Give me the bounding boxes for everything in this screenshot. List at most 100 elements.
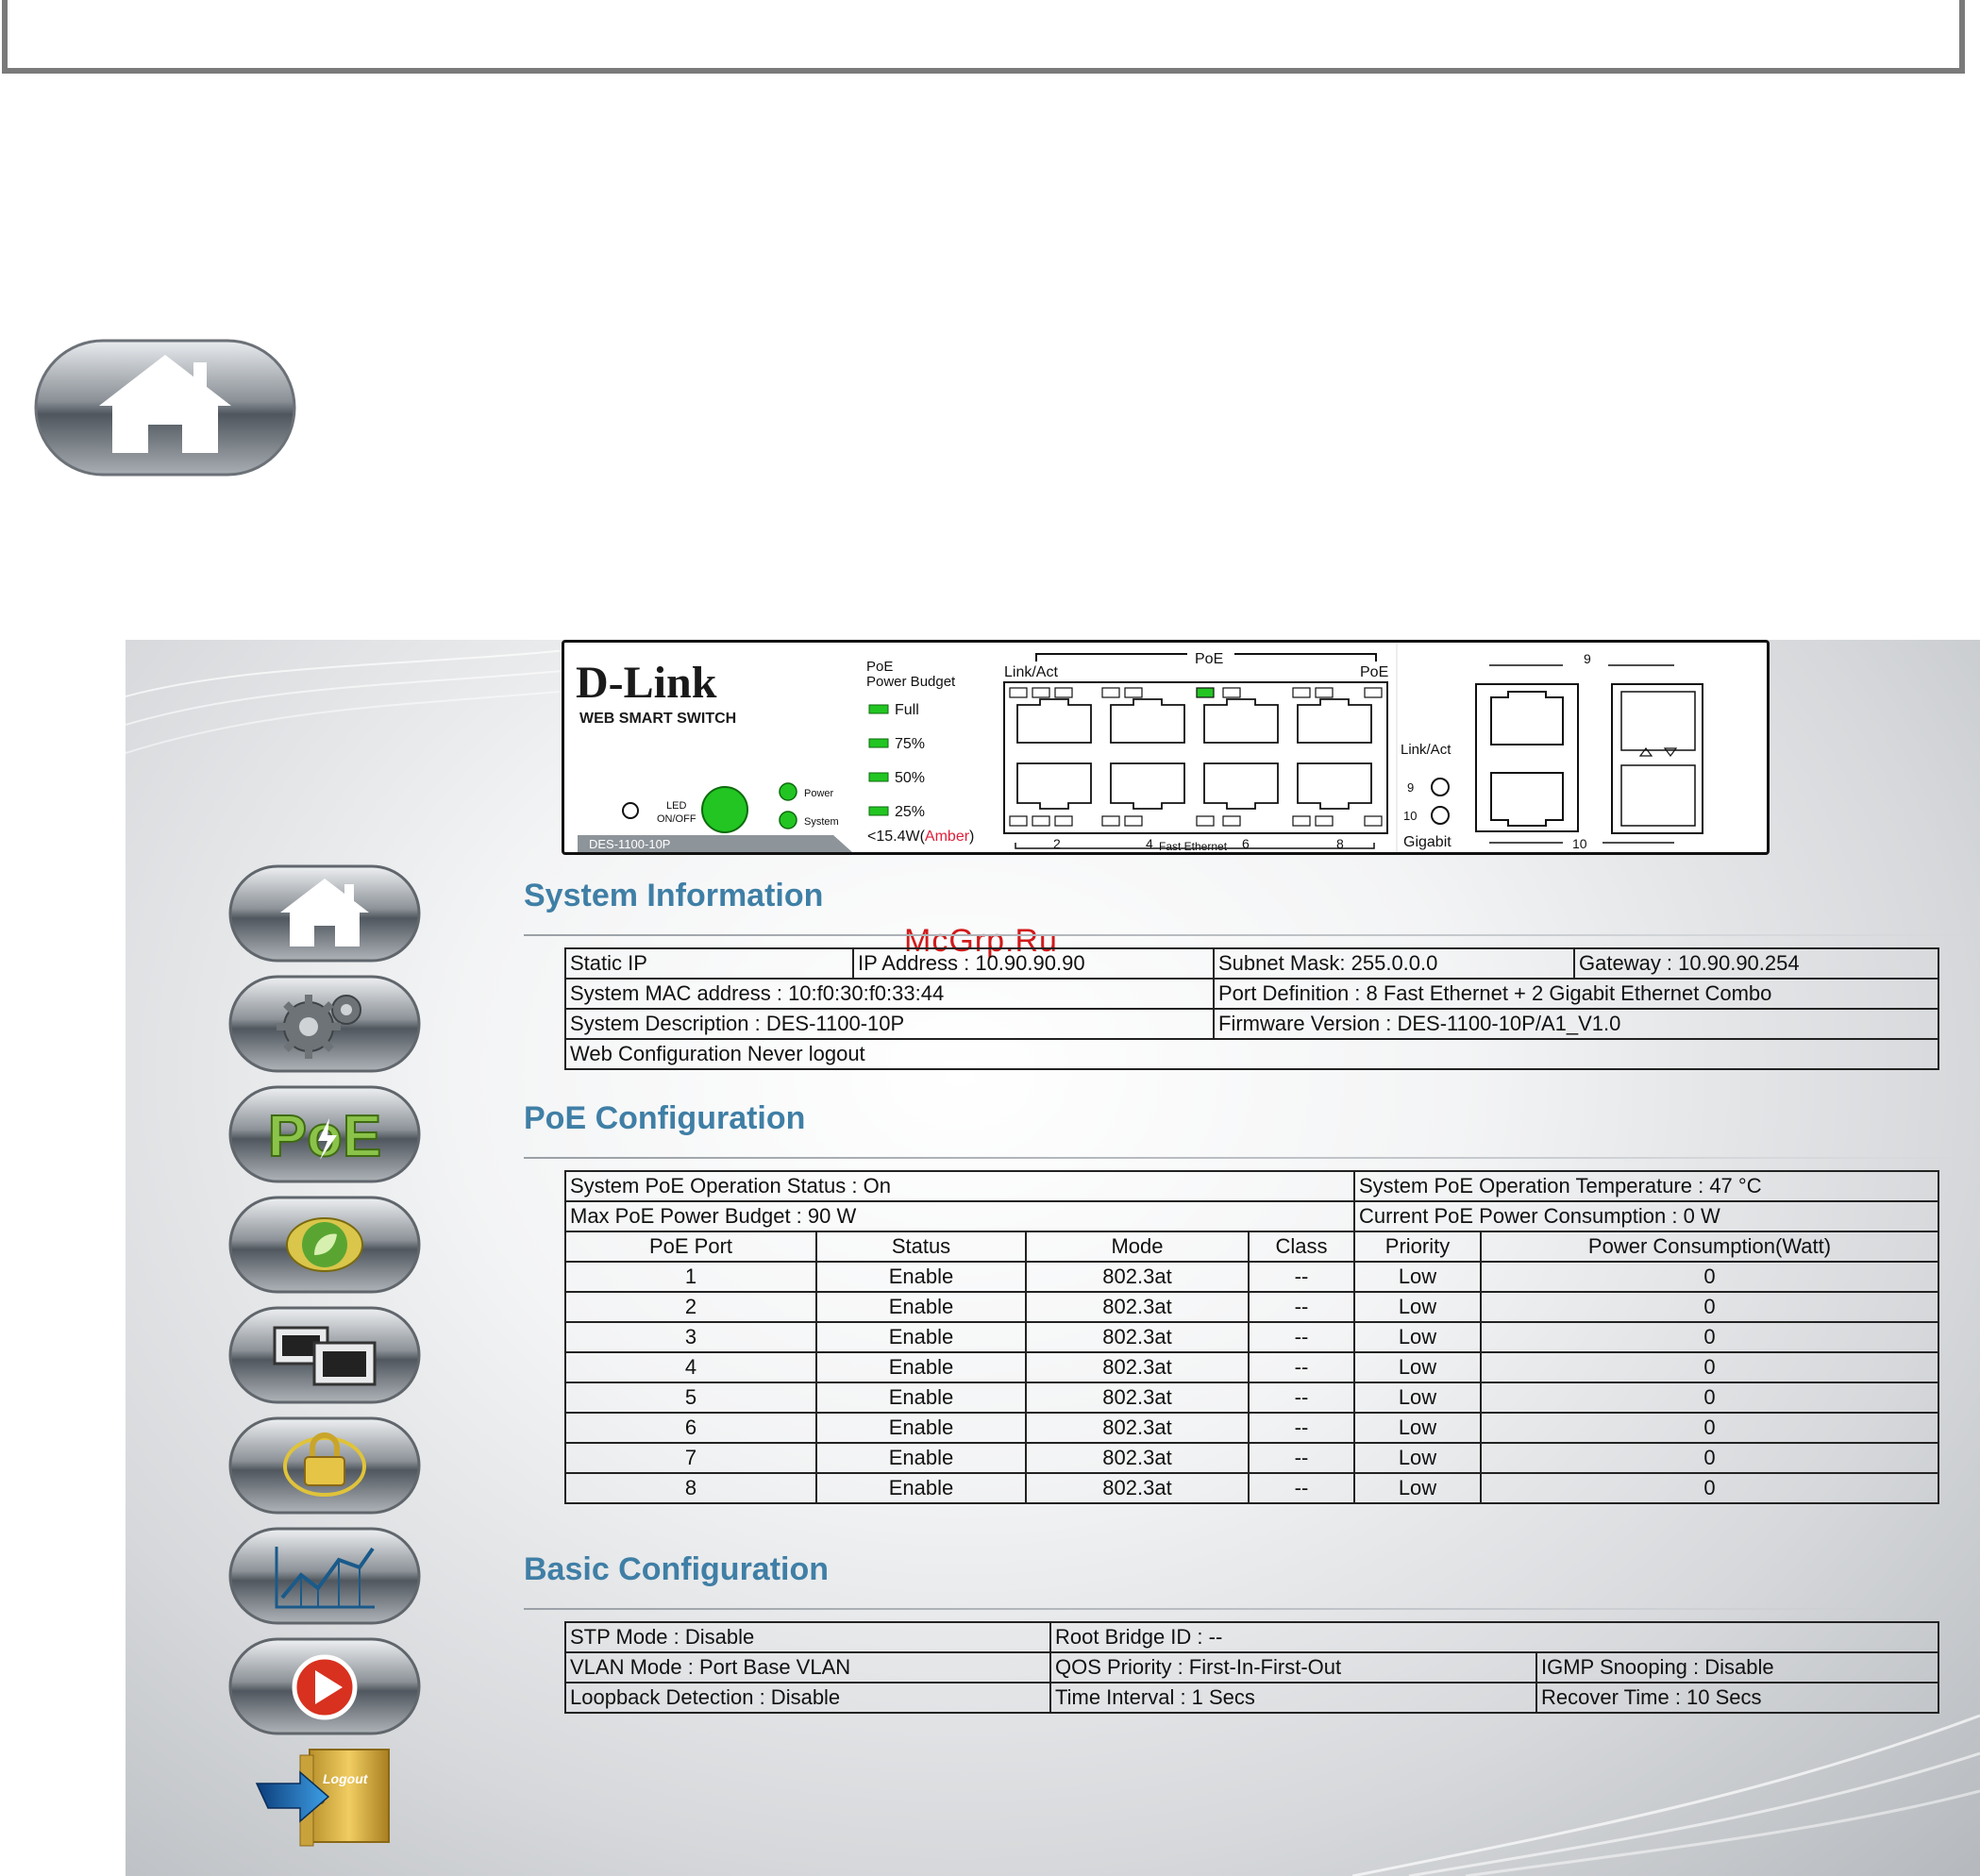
power-led-label: Power: [804, 788, 834, 799]
led-onoff-button[interactable]: [701, 786, 748, 833]
combo-sfp-ports: [1611, 683, 1703, 834]
table-cell: Low: [1353, 1291, 1482, 1323]
table-cell: 1: [564, 1261, 817, 1293]
table-cell: 0: [1480, 1412, 1939, 1444]
poe-consumption-cell: Current PoE Power Consumption : 0 W: [1353, 1200, 1939, 1232]
poe-configuration-title: PoE Configuration: [524, 1100, 806, 1136]
budget-25-label: 25%: [895, 804, 925, 820]
column-header: Mode: [1025, 1231, 1250, 1263]
system-led: [779, 811, 797, 829]
home-button-large[interactable]: [33, 338, 297, 477]
mac-address-cell: System MAC address : 10:f0:30:f0:33:44: [564, 978, 1215, 1010]
poe-budget-label: PoE: [866, 659, 893, 675]
column-header: Status: [815, 1231, 1027, 1263]
poe-icon: PoE: [228, 1085, 421, 1183]
section-divider: [524, 1157, 1980, 1159]
column-header: Class: [1248, 1231, 1355, 1263]
gateway-cell: Gateway : 10.90.90.254: [1573, 947, 1939, 980]
poe-temperature-cell: System PoE Operation Temperature : 47 °C: [1353, 1170, 1939, 1202]
poe-budget-leds: [868, 704, 889, 816]
gigabit-led-9: [1431, 778, 1450, 796]
table-cell: 802.3at: [1025, 1291, 1250, 1323]
table-cell: Low: [1353, 1261, 1482, 1293]
leaf-icon: [228, 1196, 421, 1294]
power-led: [779, 782, 797, 801]
table-row: Web Configuration Never logout: [564, 1038, 1939, 1070]
gigabit-led-10: [1431, 806, 1450, 825]
sidebar-item-monitoring[interactable]: [227, 1526, 422, 1626]
system-information-table: Static IP IP Address : 10.90.90.90 Subne…: [564, 947, 1939, 1070]
table-header-row: PoE Port Status Mode Class Priority Power Con…: [564, 1231, 1939, 1263]
table-cell: 7: [564, 1442, 817, 1474]
budget-full-label: Full: [895, 702, 919, 718]
qos-priority-cell: QOS Priority : First-In-First-Out: [1049, 1651, 1537, 1683]
table-row: STP Mode : Disable Root Bridge ID : --: [564, 1621, 1939, 1653]
poe-budget-label-2: Power Budget: [866, 674, 956, 690]
static-ip-cell: Static IP: [564, 947, 854, 980]
table-cell: 802.3at: [1025, 1261, 1250, 1293]
table-cell: 0: [1480, 1472, 1939, 1504]
table-cell: 8: [564, 1472, 817, 1504]
table-cell: 0: [1480, 1351, 1939, 1383]
table-row: Max PoE Power Budget : 90 W Current PoE …: [564, 1200, 1939, 1232]
table-cell: --: [1248, 1412, 1355, 1444]
recover-time-cell: Recover Time : 10 Secs: [1535, 1682, 1939, 1714]
logout-icon: Logout: [255, 1749, 390, 1847]
table-cell: Low: [1353, 1412, 1482, 1444]
sidebar-item-settings[interactable]: [227, 974, 422, 1074]
logout-button[interactable]: Logout: [251, 1746, 402, 1848]
dlink-logo: D-Link: [576, 658, 717, 708]
table-cell: 2: [564, 1291, 817, 1323]
page-header-frame: [2, 0, 1965, 74]
led-onoff-label: ON/OFF: [657, 813, 696, 825]
play-icon: [228, 1637, 421, 1735]
gears-icon: [228, 975, 421, 1073]
led-indicator: [622, 802, 639, 819]
chart-icon: [228, 1527, 421, 1625]
switch-subtitle: WEB SMART SWITCH: [579, 711, 736, 727]
column-header: PoE Port: [564, 1231, 817, 1263]
budget-50-label: 50%: [895, 770, 925, 786]
table-cell: --: [1248, 1472, 1355, 1504]
table-cell: --: [1248, 1351, 1355, 1383]
gigabit-led-9-label: 9: [1407, 780, 1414, 795]
sidebar-item-security[interactable]: [227, 1415, 422, 1516]
table-cell: 802.3at: [1025, 1382, 1250, 1414]
fast-ethernet-block: [1003, 681, 1388, 834]
table-row: 7 Enable 802.3at -- Low 0: [564, 1442, 1939, 1474]
table-cell: --: [1248, 1261, 1355, 1293]
table-cell: 5: [564, 1382, 817, 1414]
table-cell: --: [1248, 1382, 1355, 1414]
table-cell: Enable: [815, 1442, 1027, 1474]
system-led-label: System: [804, 816, 839, 828]
table-cell: 0: [1480, 1321, 1939, 1353]
sidebar-item-tools[interactable]: [227, 1636, 422, 1736]
sidebar-item-home[interactable]: [227, 863, 422, 963]
table-cell: --: [1248, 1321, 1355, 1353]
table-cell: 0: [1480, 1442, 1939, 1474]
table-row: System Description : DES-1100-10P Firmwa…: [564, 1008, 1939, 1040]
table-cell: Enable: [815, 1321, 1027, 1353]
table-cell: Low: [1353, 1472, 1482, 1504]
table-cell: --: [1248, 1291, 1355, 1323]
table-cell: 802.3at: [1025, 1442, 1250, 1474]
column-header: Priority: [1353, 1231, 1482, 1263]
section-divider: [524, 1608, 1980, 1610]
lock-icon: [228, 1416, 421, 1515]
table-cell: Enable: [815, 1261, 1027, 1293]
poe-configuration-table: System PoE Operation Status : On System …: [564, 1170, 1939, 1504]
sidebar-item-green[interactable]: [227, 1195, 422, 1295]
home-icon: [34, 339, 296, 477]
web-configuration-cell: Web Configuration Never logout: [564, 1038, 1939, 1070]
table-row: Loopback Detection : Disable Time Interv…: [564, 1682, 1939, 1714]
poe-ports-label: PoE: [1195, 651, 1223, 667]
gigabit-linkact-label: Link/Act: [1401, 742, 1451, 758]
sidebar-item-ports[interactable]: [227, 1305, 422, 1405]
firmware-version-cell: Firmware Version : DES-1100-10P/A1_V1.0: [1213, 1008, 1939, 1040]
table-row: System MAC address : 10:f0:30:f0:33:44 P…: [564, 978, 1939, 1010]
table-cell: 3: [564, 1321, 817, 1353]
table-cell: Enable: [815, 1351, 1027, 1383]
sidebar-item-poe[interactable]: PoE: [227, 1084, 422, 1184]
table-cell: 0: [1480, 1382, 1939, 1414]
table-cell: Low: [1353, 1351, 1482, 1383]
